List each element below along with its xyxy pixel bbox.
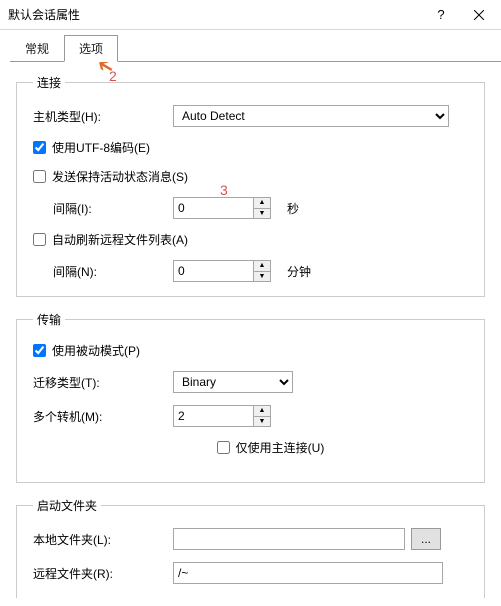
chevron-up-icon[interactable]: ▲ (254, 198, 270, 209)
interval2-spinner[interactable]: ▲▼ (173, 260, 273, 282)
titlebar: 默认会话属性 ? (0, 0, 501, 30)
interval1-unit: 秒 (287, 200, 299, 217)
local-folder-label: 本地文件夹(L): (33, 531, 173, 548)
connection-group: 连接 主机类型(H): Auto Detect 使用UTF-8编码(E) 发送保… (16, 74, 485, 297)
remote-folder-label: 远程文件夹(R): (33, 565, 173, 582)
window-title: 默认会话属性 (8, 6, 426, 23)
host-type-label: 主机类型(H): (33, 108, 173, 125)
help-button[interactable]: ? (426, 0, 456, 30)
utf8-checkbox[interactable] (33, 141, 46, 154)
passive-checkbox[interactable] (33, 344, 46, 357)
utf8-label: 使用UTF-8编码(E) (52, 139, 150, 156)
remote-folder-input[interactable] (173, 562, 443, 584)
main-only-checkbox[interactable] (217, 441, 230, 454)
browse-button[interactable]: ... (411, 528, 441, 550)
interval2-input[interactable] (173, 260, 253, 282)
transfer-type-select[interactable]: Binary (173, 371, 293, 393)
transfer-group: 传输 使用被动模式(P) 迁移类型(T): Binary 多个转机(M): ▲▼… (16, 311, 485, 483)
transfer-type-label: 迁移类型(T): (33, 374, 173, 391)
interval2-label: 间隔(N): (33, 263, 173, 280)
chevron-up-icon[interactable]: ▲ (254, 261, 270, 272)
local-folder-input[interactable] (173, 528, 405, 550)
interval2-unit: 分钟 (287, 263, 311, 280)
close-icon (474, 10, 484, 20)
startup-legend: 启动文件夹 (33, 497, 101, 514)
startup-group: 启动文件夹 本地文件夹(L): ... 远程文件夹(R): (16, 497, 485, 598)
ellipsis-icon: ... (421, 532, 431, 546)
multi-label: 多个转机(M): (33, 408, 173, 425)
main-only-label: 仅使用主连接(U) (236, 439, 325, 456)
interval1-spinner[interactable]: ▲▼ (173, 197, 273, 219)
close-button[interactable] (456, 0, 501, 30)
interval1-label: 间隔(I): (33, 200, 173, 217)
transfer-legend: 传输 (33, 311, 65, 328)
host-type-select[interactable]: Auto Detect (173, 105, 449, 127)
tab-bar: 常规 选项 (10, 38, 501, 62)
multi-input[interactable] (173, 405, 253, 427)
chevron-down-icon[interactable]: ▼ (254, 272, 270, 282)
interval2-spin-buttons[interactable]: ▲▼ (253, 260, 271, 282)
autorefresh-label: 自动刷新远程文件列表(A) (52, 231, 188, 248)
passive-label: 使用被动模式(P) (52, 342, 140, 359)
chevron-up-icon[interactable]: ▲ (254, 406, 270, 417)
multi-spin-buttons[interactable]: ▲▼ (253, 405, 271, 427)
keepalive-checkbox[interactable] (33, 170, 46, 183)
annotation-2: 2 (109, 68, 117, 84)
autorefresh-checkbox[interactable] (33, 233, 46, 246)
connection-legend: 连接 (33, 74, 65, 91)
content-area: ➔ 2 3 连接 主机类型(H): Auto Detect 使用UTF-8编码(… (0, 62, 501, 598)
interval1-spin-buttons[interactable]: ▲▼ (253, 197, 271, 219)
interval1-input[interactable] (173, 197, 253, 219)
tab-general[interactable]: 常规 (10, 35, 64, 62)
annotation-3: 3 (220, 182, 228, 198)
tab-options[interactable]: 选项 (64, 35, 118, 62)
keepalive-label: 发送保持活动状态消息(S) (52, 168, 188, 185)
chevron-down-icon[interactable]: ▼ (254, 209, 270, 219)
multi-spinner[interactable]: ▲▼ (173, 405, 273, 427)
chevron-down-icon[interactable]: ▼ (254, 417, 270, 427)
